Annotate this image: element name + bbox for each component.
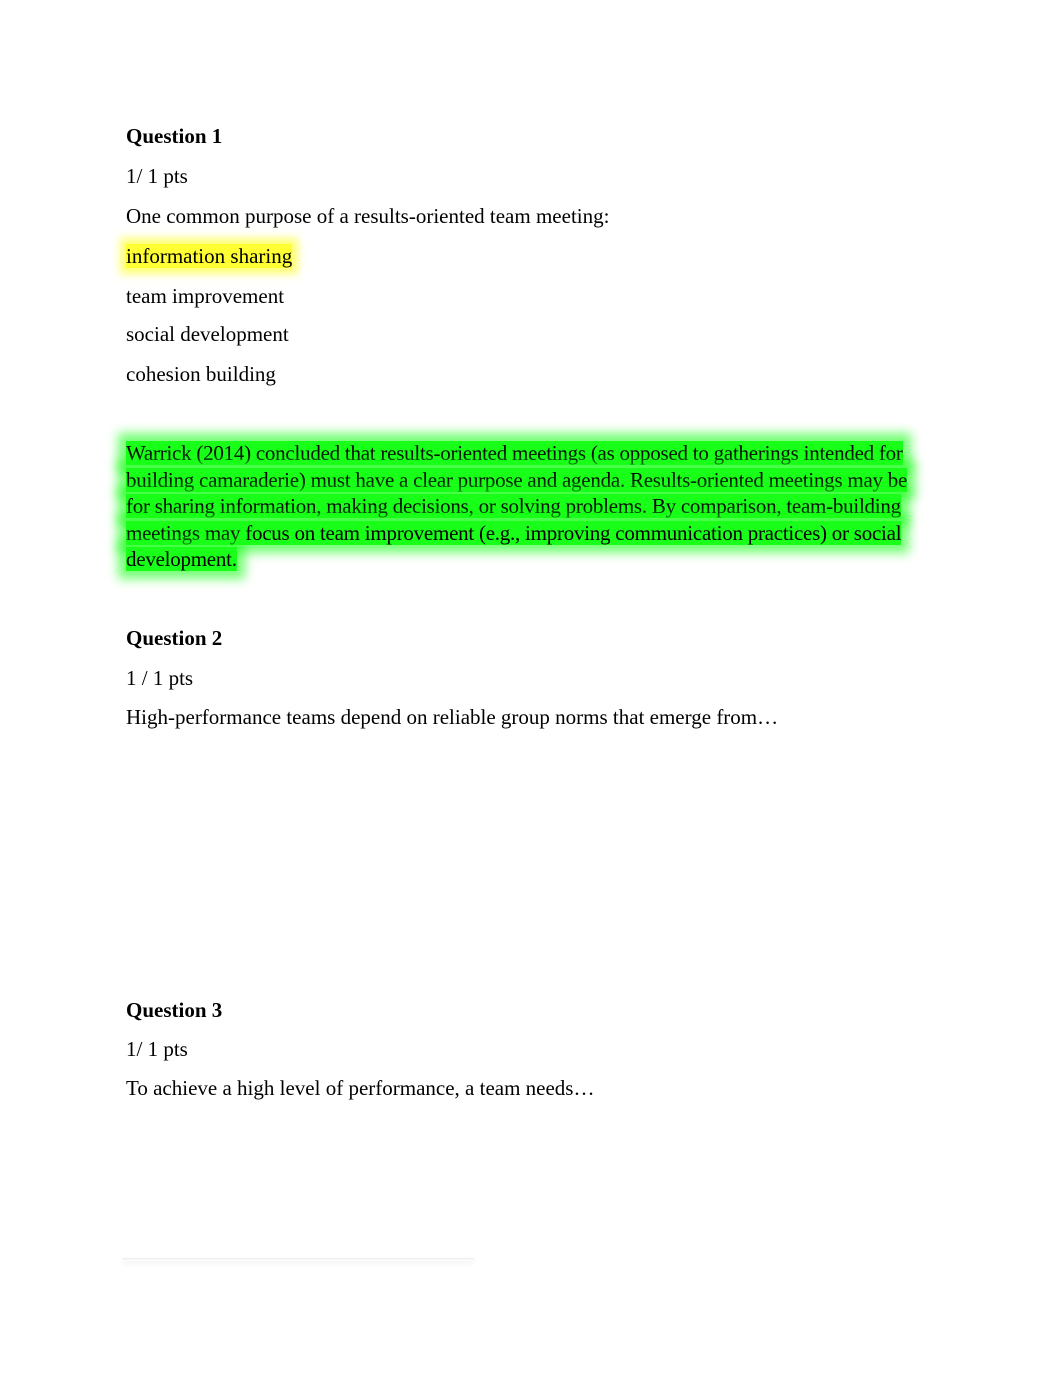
answer-option-label: information sharing — [126, 244, 293, 268]
answer-option[interactable]: social development — [126, 322, 289, 346]
answer-option[interactable]: team improvement — [126, 284, 284, 308]
question-title: Question 2 — [126, 626, 223, 650]
question-points: 1/ 1 pts — [126, 164, 188, 188]
question-prompt: One common purpose of a results-oriented… — [126, 204, 610, 228]
question-prompt: High-performance teams depend on reliabl… — [126, 705, 779, 729]
question-points: 1 / 1 pts — [126, 666, 194, 690]
question-title: Question 3 — [126, 998, 223, 1022]
question-prompt: To achieve a high level of performance, … — [126, 1076, 595, 1100]
answer-option[interactable]: cohesion building — [126, 362, 276, 386]
explanation-text: Warrick (2014) concluded that results-or… — [126, 441, 908, 571]
question-title: Question 1 — [126, 124, 223, 148]
question-points: 1/ 1 pts — [126, 1037, 188, 1061]
divider-shadow — [122, 1258, 474, 1261]
answer-option-selected[interactable]: information sharing — [126, 244, 293, 268]
answer-explanation: Warrick (2014) concluded that results-or… — [126, 440, 931, 573]
